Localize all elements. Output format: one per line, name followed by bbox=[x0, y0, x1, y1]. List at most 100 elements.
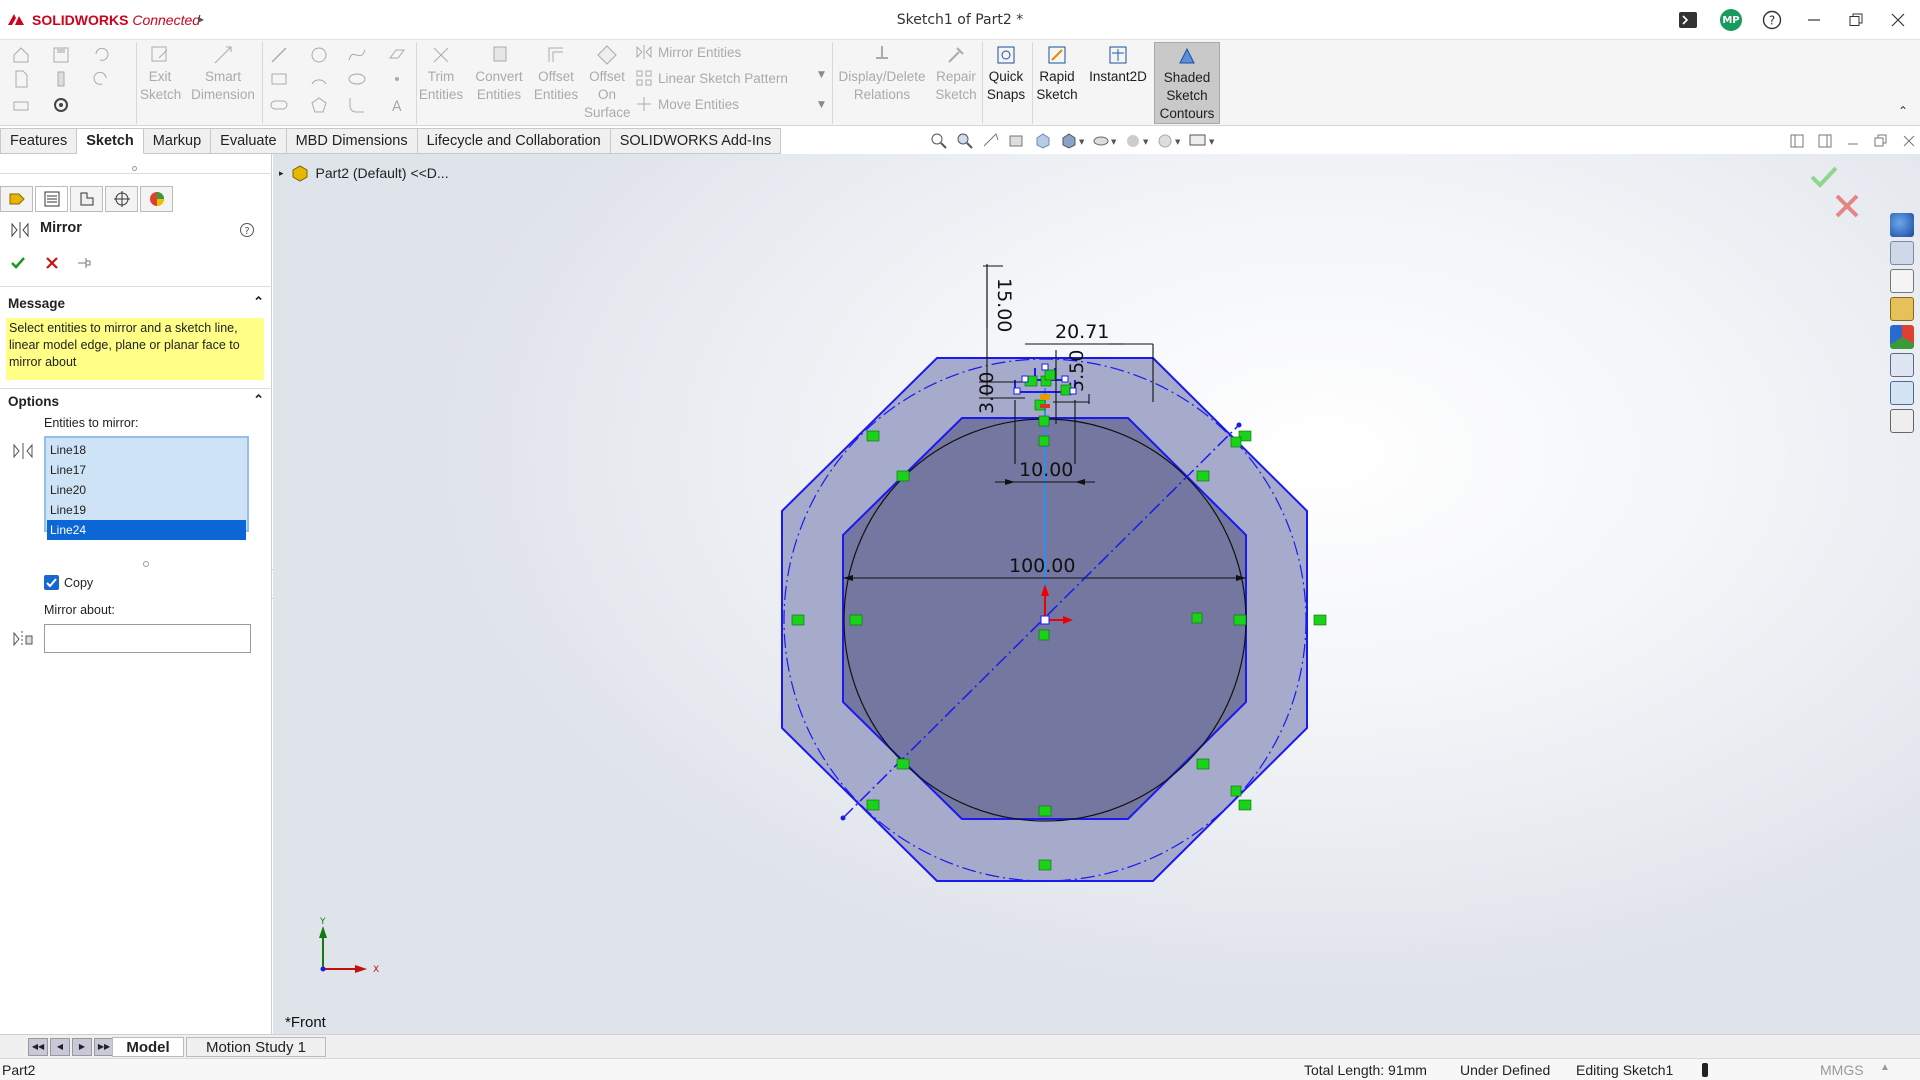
move-entities-button[interactable]: Move Entities bbox=[636, 96, 739, 112]
view-settings-icon[interactable]: ▼ bbox=[1188, 132, 1216, 150]
rapid-sketch-button[interactable]: Rapid Sketch bbox=[1034, 44, 1080, 104]
tab-features[interactable]: Features bbox=[0, 128, 78, 154]
keep-visible-pin-icon[interactable] bbox=[76, 255, 92, 271]
save-icon[interactable] bbox=[52, 46, 70, 64]
quick-snaps-button[interactable]: Quick Snaps bbox=[984, 44, 1028, 104]
next-tab-icon[interactable]: ▶ bbox=[72, 1038, 92, 1056]
tab-evaluate[interactable]: Evaluate bbox=[211, 128, 287, 154]
offset-entities-button[interactable]: Offset Entities bbox=[530, 44, 582, 104]
command-prompt-icon[interactable] bbox=[1676, 8, 1700, 32]
3d-content-central-icon[interactable] bbox=[1890, 409, 1914, 433]
linear-sketch-pattern-button[interactable]: Linear Sketch Pattern bbox=[636, 70, 788, 86]
rectangle-icon[interactable] bbox=[270, 70, 288, 88]
text-icon[interactable]: A bbox=[388, 96, 406, 114]
instant2d-button[interactable]: Instant2D bbox=[1084, 44, 1152, 86]
prev-tab-icon[interactable]: ◀ bbox=[50, 1038, 70, 1056]
view-palette-icon[interactable] bbox=[1890, 297, 1914, 321]
status-units[interactable]: MMGS bbox=[1820, 1062, 1864, 1078]
previous-view-icon[interactable] bbox=[982, 132, 1000, 150]
viewport-minimize-icon[interactable] bbox=[1846, 134, 1860, 148]
property-manager-tab[interactable] bbox=[35, 186, 68, 212]
circle-icon[interactable] bbox=[310, 46, 328, 64]
ok-checkmark-icon[interactable] bbox=[10, 255, 26, 271]
zoom-to-fit-icon[interactable] bbox=[930, 132, 948, 150]
shaded-sketch-contours-button[interactable]: Shaded Sketch Contours bbox=[1154, 42, 1220, 124]
dim-15[interactable]: 15.00 bbox=[993, 278, 1015, 332]
arc-icon[interactable] bbox=[310, 70, 328, 88]
spline-icon[interactable] bbox=[348, 46, 366, 64]
list-item[interactable]: Line17 bbox=[47, 460, 246, 480]
tab-sketch[interactable]: Sketch bbox=[77, 128, 144, 154]
new-document-icon[interactable] bbox=[12, 70, 30, 88]
convert-entities-button[interactable]: Convert Entities bbox=[470, 44, 528, 104]
tab-model[interactable]: Model bbox=[112, 1037, 184, 1057]
display-delete-relations-button[interactable]: Display/Delete Relations bbox=[836, 44, 928, 104]
plane-icon[interactable] bbox=[388, 46, 406, 64]
graphics-area[interactable]: ▸ Part2 (Default) <<D... 15.00 20.71 5.5… bbox=[273, 154, 1920, 1034]
message-section-header[interactable]: Message ⌃ bbox=[8, 294, 264, 311]
help-icon[interactable]: ? bbox=[1760, 8, 1784, 32]
last-tab-icon[interactable]: ▶▶ bbox=[94, 1038, 114, 1056]
first-tab-icon[interactable]: ◀◀ bbox=[28, 1038, 48, 1056]
viewport-restore-icon[interactable] bbox=[1874, 134, 1888, 148]
open-icon[interactable] bbox=[52, 70, 70, 88]
display-style-icon[interactable]: ▼ bbox=[1060, 132, 1084, 150]
display-manager-tab[interactable] bbox=[140, 186, 173, 212]
dim-10-00[interactable]: 10.00 bbox=[1019, 459, 1073, 481]
zoom-to-area-icon[interactable] bbox=[956, 132, 974, 150]
copy-checkbox-row[interactable]: Copy bbox=[44, 575, 93, 590]
options-section-header[interactable]: Options ⌃ bbox=[8, 392, 264, 409]
home-icon[interactable] bbox=[12, 46, 30, 64]
edit-appearance-icon[interactable]: ▼ bbox=[1124, 132, 1148, 150]
point-icon[interactable] bbox=[388, 70, 406, 88]
viewport-tile-right-icon[interactable] bbox=[1818, 134, 1832, 148]
tab-mbd-dimensions[interactable]: MBD Dimensions bbox=[286, 128, 418, 154]
tab-addins[interactable]: SOLIDWORKS Add-Ins bbox=[610, 128, 782, 154]
polygon-icon[interactable] bbox=[310, 96, 328, 114]
copy-checkbox[interactable] bbox=[44, 575, 59, 590]
forum-icon[interactable] bbox=[1890, 381, 1914, 405]
fillet-icon[interactable] bbox=[348, 96, 366, 114]
pattern-dropdown-icon[interactable]: ▼ bbox=[818, 70, 825, 80]
collapse-ribbon-icon[interactable]: ⌃ bbox=[1898, 104, 1908, 118]
slot-icon[interactable] bbox=[270, 96, 288, 114]
minimize-icon[interactable] bbox=[1800, 8, 1828, 32]
dimxpert-manager-tab[interactable] bbox=[105, 186, 138, 212]
ellipse-icon[interactable] bbox=[348, 70, 366, 88]
collapse-options-icon[interactable]: ⌃ bbox=[253, 392, 264, 408]
trim-entities-button[interactable]: Trim Entities bbox=[416, 44, 466, 104]
exit-sketch-button[interactable]: Exit Sketch bbox=[140, 44, 181, 104]
list-item[interactable]: Line19 bbox=[47, 500, 246, 520]
units-dropdown-icon[interactable]: ▲ bbox=[1880, 1062, 1890, 1073]
user-avatar[interactable]: MP bbox=[1718, 8, 1744, 32]
dim-3-00[interactable]: 3.00 bbox=[976, 372, 998, 414]
dim-100-00[interactable]: 100.00 bbox=[1009, 555, 1075, 577]
list-resize-handle[interactable] bbox=[143, 561, 149, 567]
close-window-icon[interactable] bbox=[1884, 8, 1912, 32]
rebuild-indicator-icon[interactable] bbox=[1702, 1063, 1708, 1077]
section-view-icon[interactable] bbox=[1008, 132, 1026, 150]
smart-dimension-button[interactable]: Smart Dimension bbox=[188, 44, 258, 104]
tab-lifecycle[interactable]: Lifecycle and Collaboration bbox=[417, 128, 611, 154]
redo-icon[interactable] bbox=[92, 70, 110, 88]
appearances-icon[interactable] bbox=[1890, 325, 1914, 349]
tab-motion-study-1[interactable]: Motion Study 1 bbox=[186, 1037, 326, 1057]
tab-markup[interactable]: Markup bbox=[143, 128, 212, 154]
line-icon[interactable] bbox=[270, 46, 288, 64]
undo-icon[interactable] bbox=[92, 46, 110, 64]
viewport-close-icon[interactable] bbox=[1902, 134, 1916, 148]
custom-properties-icon[interactable] bbox=[1890, 353, 1914, 377]
configuration-manager-tab[interactable] bbox=[70, 186, 103, 212]
list-item[interactable]: Line18 bbox=[47, 440, 246, 460]
restore-icon[interactable] bbox=[1842, 8, 1870, 32]
print-icon[interactable] bbox=[12, 96, 30, 114]
repair-sketch-button[interactable]: Repair Sketch bbox=[934, 44, 978, 104]
apply-scene-icon[interactable]: ▼ bbox=[1156, 132, 1180, 150]
entities-to-mirror-list[interactable]: Line18 Line17 Line20 Line19 Line24 bbox=[44, 436, 249, 540]
cancel-x-icon[interactable] bbox=[44, 255, 60, 271]
pm-help-icon[interactable]: ? bbox=[239, 222, 255, 238]
panel-splitter[interactable] bbox=[0, 154, 272, 174]
offset-on-surface-button[interactable]: Offset On Surface bbox=[584, 44, 631, 122]
options-gear-icon[interactable] bbox=[52, 96, 70, 114]
dim-20-71[interactable]: 20.71 bbox=[1055, 321, 1109, 343]
